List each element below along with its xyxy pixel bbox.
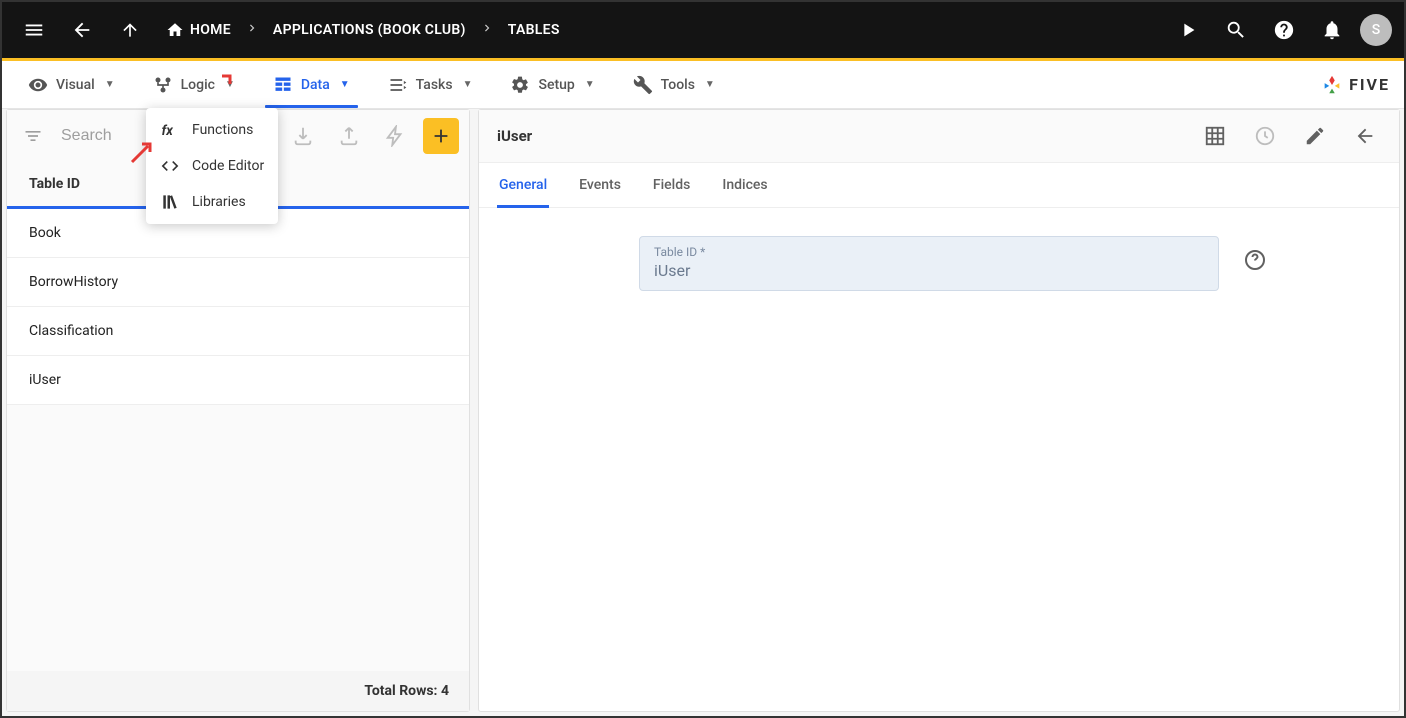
help-icon[interactable] (1243, 248, 1267, 272)
logic-dropdown: fx Functions Code Editor Libraries (146, 108, 278, 224)
dropdown-functions[interactable]: fx Functions (146, 112, 278, 148)
edit-icon[interactable] (1299, 120, 1331, 152)
brand-text: FIVE (1349, 75, 1390, 94)
menubar: Visual ▼ Logic ▼ Data ▼ Tasks ▼ Setup ▼ … (2, 61, 1404, 109)
chevron-right-icon (245, 21, 259, 39)
table-row[interactable]: iUser (7, 356, 469, 405)
menu-setup[interactable]: Setup ▼ (498, 61, 606, 108)
history-icon[interactable] (1249, 120, 1281, 152)
add-button[interactable] (423, 118, 459, 154)
up-icon[interactable] (110, 10, 150, 50)
back-icon[interactable] (62, 10, 102, 50)
svg-text:fx: fx (162, 124, 174, 139)
dropdown-libraries-label: Libraries (192, 194, 246, 210)
breadcrumb-apps[interactable]: APPLICATIONS (BOOK CLUB) (273, 22, 466, 38)
bell-icon[interactable] (1312, 10, 1352, 50)
dropdown-code-editor[interactable]: Code Editor (146, 148, 278, 184)
tab-indices[interactable]: Indices (720, 163, 769, 207)
table-header-label: Table ID (29, 176, 80, 192)
field-label: Table ID * (654, 245, 1204, 259)
chevron-down-icon: ▼ (463, 79, 473, 90)
breadcrumb-tables[interactable]: TABLES (508, 22, 560, 38)
chevron-down-icon: ▼ (585, 79, 595, 90)
brand-logo: FIVE (1321, 74, 1390, 96)
breadcrumb: HOME APPLICATIONS (BOOK CLUB) TABLES (166, 21, 560, 39)
menu-tasks[interactable]: Tasks ▼ (376, 61, 485, 108)
menu-icon[interactable] (14, 10, 54, 50)
total-rows-label: Total Rows: 4 (364, 683, 449, 699)
left-footer: Total Rows: 4 (7, 671, 469, 711)
table-row[interactable]: Classification (7, 307, 469, 356)
tab-general[interactable]: General (497, 163, 549, 207)
help-icon[interactable] (1264, 10, 1304, 50)
tab-fields[interactable]: Fields (651, 163, 692, 207)
topbar-right: S (1168, 10, 1392, 50)
dropdown-libraries[interactable]: Libraries (146, 184, 278, 220)
avatar[interactable]: S (1360, 14, 1392, 46)
menu-logic[interactable]: Logic ▼ (141, 61, 247, 108)
tab-events[interactable]: Events (577, 163, 623, 207)
grid-icon[interactable] (1199, 120, 1231, 152)
filter-icon[interactable] (17, 120, 49, 152)
tabs: General Events Fields Indices (479, 163, 1399, 208)
chevron-down-icon: ▼ (225, 79, 235, 90)
right-pane: iUser General Events Fields Indices (478, 109, 1400, 712)
menu-tasks-label: Tasks (416, 77, 453, 93)
lightning-icon[interactable] (377, 118, 413, 154)
play-icon[interactable] (1168, 10, 1208, 50)
right-header: iUser (479, 110, 1399, 163)
dropdown-code-editor-label: Code Editor (192, 158, 264, 174)
menu-data-label: Data (301, 77, 330, 93)
menu-logic-label: Logic (181, 77, 215, 93)
topbar: HOME APPLICATIONS (BOOK CLUB) TABLES (2, 2, 1404, 58)
menu-tools[interactable]: Tools ▼ (621, 61, 727, 108)
import-icon[interactable] (285, 118, 321, 154)
menu-setup-label: Setup (538, 77, 574, 93)
chevron-down-icon: ▼ (105, 79, 115, 90)
breadcrumb-home-label: HOME (190, 22, 231, 38)
menu-visual-label: Visual (56, 77, 95, 93)
search-icon[interactable] (1216, 10, 1256, 50)
table-id-field[interactable]: Table ID * iUser (639, 236, 1219, 291)
menu-visual[interactable]: Visual ▼ (16, 61, 127, 108)
topbar-left: HOME APPLICATIONS (BOOK CLUB) TABLES (14, 10, 1168, 50)
chevron-down-icon: ▼ (705, 79, 715, 90)
right-content: Table ID * iUser (479, 208, 1399, 319)
back-arrow-icon[interactable] (1349, 120, 1381, 152)
field-value: iUser (654, 261, 1204, 280)
menu-tools-label: Tools (661, 77, 695, 93)
table-row[interactable]: BorrowHistory (7, 258, 469, 307)
dropdown-functions-label: Functions (192, 122, 253, 138)
breadcrumb-tables-label: TABLES (508, 22, 560, 38)
breadcrumb-home[interactable]: HOME (166, 21, 231, 39)
menu-data[interactable]: Data ▼ (261, 61, 362, 108)
breadcrumb-apps-label: APPLICATIONS (BOOK CLUB) (273, 22, 466, 38)
export-icon[interactable] (331, 118, 367, 154)
avatar-letter: S (1372, 22, 1380, 38)
chevron-down-icon: ▼ (340, 79, 350, 90)
chevron-right-icon (480, 21, 494, 39)
page-title: iUser (497, 127, 532, 145)
